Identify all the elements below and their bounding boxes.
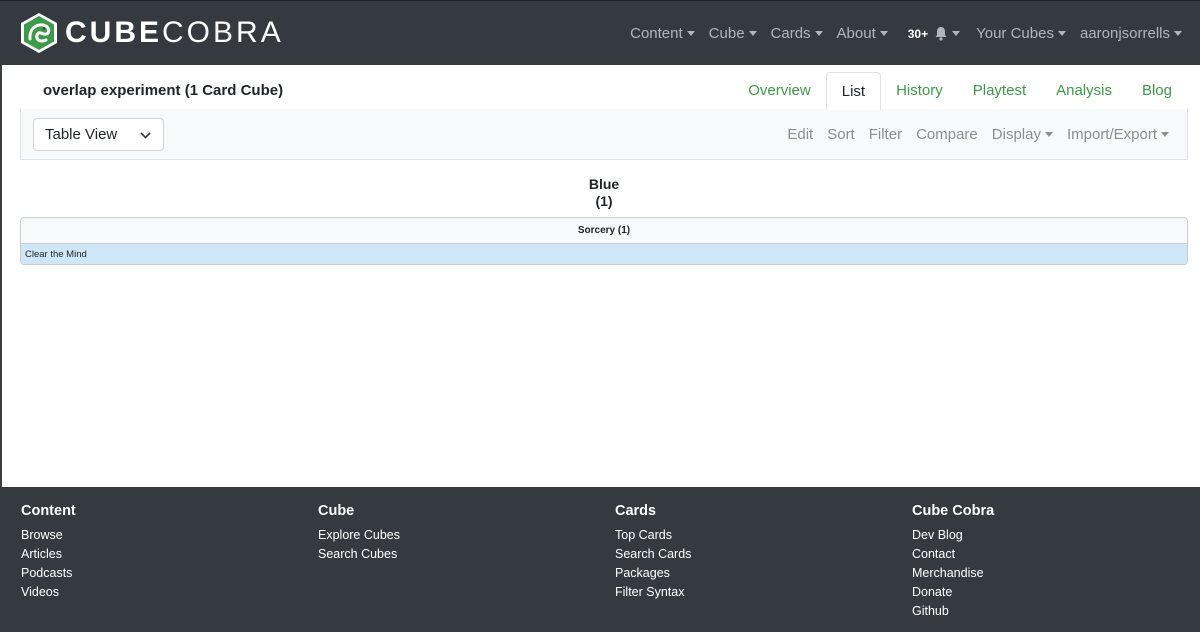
footer-link-dev-blog[interactable]: Dev Blog: [912, 526, 994, 545]
color-group-count: (1): [595, 193, 613, 209]
cobra-logo-icon: [21, 13, 57, 53]
site-footer: Content Browse Articles Podcasts Videos …: [0, 487, 1200, 632]
list-toolbar: Table View Edit Sort Filter Compare Disp…: [20, 109, 1188, 160]
footer-column-cube-cobra: Cube Cobra Dev Blog Contact Merchandise …: [912, 503, 994, 621]
caret-down-icon: [748, 31, 757, 36]
card-row[interactable]: Clear the Mind: [21, 244, 1187, 264]
brand-wordmark: CUBECOBRA: [65, 16, 284, 49]
footer-link-contact[interactable]: Contact: [912, 545, 994, 564]
footer-link-articles[interactable]: Articles: [21, 545, 76, 564]
caret-down-icon: [1057, 31, 1066, 36]
footer-link-podcasts[interactable]: Podcasts: [21, 564, 76, 583]
caret-down-icon: [686, 31, 695, 36]
nav-about-dropdown[interactable]: About: [837, 25, 888, 42]
notification-count-badge: 30+: [907, 26, 929, 41]
nav-user-dropdown[interactable]: aaronjsorrells: [1080, 25, 1182, 42]
footer-link-donate[interactable]: Donate: [912, 583, 994, 602]
footer-heading: Content: [21, 503, 76, 519]
nav-username-label: aaronjsorrells: [1079, 25, 1170, 42]
footer-link-merchandise[interactable]: Merchandise: [912, 564, 994, 583]
card-type-header: Sorcery (1): [21, 218, 1187, 244]
nav-cube-label: Cube: [708, 25, 745, 42]
nav-about-label: About: [836, 25, 876, 42]
footer-link-top-cards[interactable]: Top Cards: [615, 526, 691, 545]
footer-link-search-cards[interactable]: Search Cards: [615, 545, 691, 564]
caret-down-icon: [814, 31, 823, 36]
nav-your-cubes-label: Your Cubes: [976, 25, 1054, 42]
footer-column-content: Content Browse Articles Podcasts Videos: [21, 503, 76, 602]
view-mode-value: Table View: [45, 126, 118, 143]
toolbar-actions: Edit Sort Filter Compare Display Import/…: [773, 109, 1169, 160]
footer-link-browse[interactable]: Browse: [21, 526, 76, 545]
footer-column-cards: Cards Top Cards Search Cards Packages Fi…: [615, 503, 691, 602]
caret-down-icon: [1044, 132, 1053, 137]
footer-link-packages[interactable]: Packages: [615, 564, 691, 583]
nav-content-dropdown[interactable]: Content: [630, 25, 695, 42]
nav-cards-label: Cards: [770, 25, 811, 42]
import-export-dropdown[interactable]: Import/Export: [1067, 126, 1169, 143]
nav-cards-dropdown[interactable]: Cards: [771, 25, 823, 42]
cube-tabs: Overview List History Playtest Analysis …: [733, 72, 1187, 110]
nav-cube-dropdown[interactable]: Cube: [709, 25, 757, 42]
bell-icon: [935, 27, 947, 41]
caret-down-icon: [1174, 31, 1182, 36]
footer-heading: Cube: [318, 503, 355, 519]
footer-column-cube: Cube Explore Cubes Search Cubes: [318, 503, 400, 564]
compare-button[interactable]: Compare: [916, 126, 978, 143]
nav-content-label: Content: [630, 25, 683, 42]
tab-analysis[interactable]: Analysis: [1041, 72, 1127, 110]
color-group-name: Blue: [588, 176, 620, 192]
footer-link-filter-syntax[interactable]: Filter Syntax: [615, 583, 691, 602]
caret-down-icon: [879, 31, 888, 36]
card-type-group: Sorcery (1) Clear the Mind: [20, 217, 1188, 265]
cube-title: overlap experiment (1 Card Cube): [43, 82, 284, 99]
tab-history[interactable]: History: [881, 72, 958, 110]
footer-heading: Cards: [615, 503, 657, 519]
notifications-dropdown[interactable]: [934, 26, 961, 41]
footer-link-videos[interactable]: Videos: [21, 583, 76, 602]
caret-down-icon: [952, 31, 961, 36]
display-label: Display: [991, 126, 1041, 143]
caret-down-icon: [1161, 132, 1169, 137]
tab-overview[interactable]: Overview: [733, 72, 826, 110]
import-export-label: Import/Export: [1066, 126, 1157, 143]
tab-playtest[interactable]: Playtest: [958, 72, 1041, 110]
brand-logo-link[interactable]: CUBECOBRA: [19, 12, 284, 54]
edit-button[interactable]: Edit: [787, 126, 813, 143]
display-dropdown[interactable]: Display: [992, 126, 1053, 143]
tab-list[interactable]: List: [825, 72, 882, 110]
nav-your-cubes-dropdown[interactable]: Your Cubes: [976, 25, 1066, 42]
view-mode-select[interactable]: Table View: [33, 118, 164, 151]
color-group-heading: Blue (1): [0, 176, 1200, 210]
chevron-down-icon: [140, 132, 151, 139]
left-edge-border: [0, 65, 2, 487]
navbar-right-menu: Content Cube Cards About 30+ Your Cubes …: [616, 1, 1182, 66]
footer-link-explore-cubes[interactable]: Explore Cubes: [318, 526, 400, 545]
footer-heading: Cube Cobra: [912, 503, 995, 519]
sort-button[interactable]: Sort: [827, 126, 855, 143]
footer-link-search-cubes[interactable]: Search Cubes: [318, 545, 400, 564]
tab-blog[interactable]: Blog: [1127, 72, 1187, 110]
filter-button[interactable]: Filter: [869, 126, 902, 143]
footer-link-github[interactable]: Github: [912, 602, 994, 621]
top-navbar: CUBECOBRA Content Cube Cards About 30+ Y…: [0, 0, 1200, 65]
